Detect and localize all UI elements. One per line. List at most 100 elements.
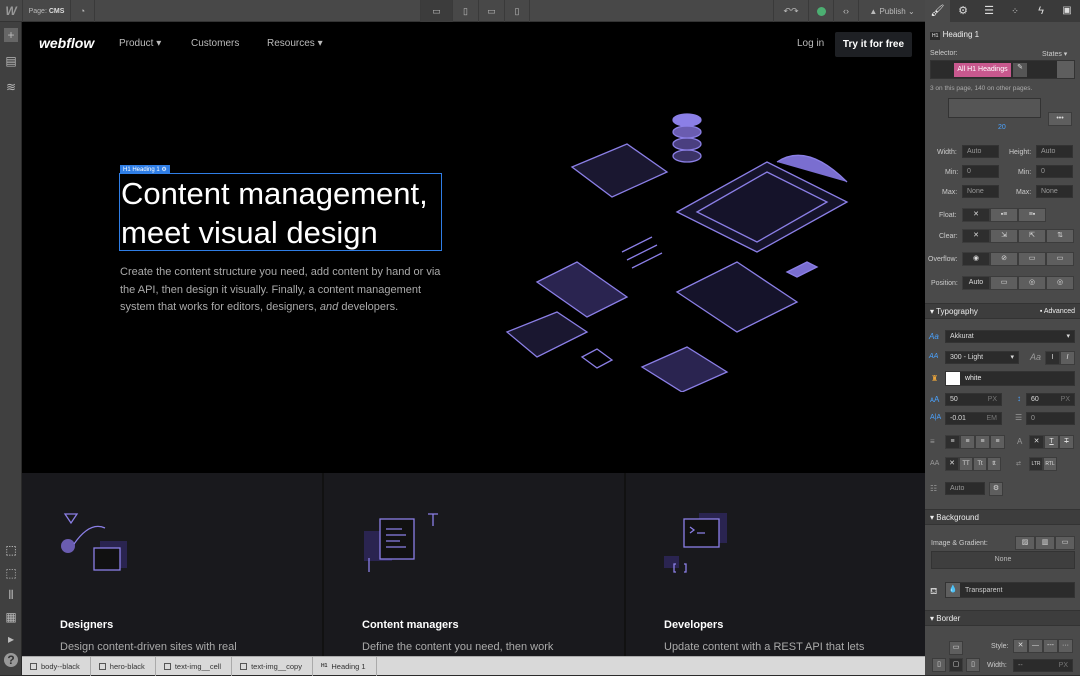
cms-icon[interactable]: ≋ <box>4 80 18 94</box>
position-absolute-icon[interactable]: ◎ <box>1018 276 1046 290</box>
border-section-header[interactable]: ▾ Border <box>925 610 1080 626</box>
navigator-icon[interactable]: ▦ <box>4 610 18 624</box>
columns-input[interactable]: Auto <box>945 482 985 495</box>
edit-class-icon[interactable]: ✎ <box>1013 63 1027 77</box>
line-height-input[interactable]: 60 PX <box>1026 393 1075 406</box>
align-center-button[interactable]: ≡ <box>960 435 975 449</box>
align-right-button[interactable]: ≡ <box>975 435 990 449</box>
overflow-scroll-icon[interactable]: ▭ <box>1018 252 1046 266</box>
states-dropdown[interactable]: States ▾ <box>1042 50 1067 58</box>
interactions-tab-icon[interactable]: ϟ <box>1028 0 1054 22</box>
assets-tab-icon[interactable]: ▣ <box>1054 0 1080 22</box>
position-fixed-icon[interactable]: ◎ <box>1046 276 1074 290</box>
min-width-input[interactable]: 0 <box>962 165 999 178</box>
lowercase-button[interactable]: tt <box>987 457 1001 471</box>
nav-customers[interactable]: Customers <box>191 38 239 49</box>
align-left-button[interactable]: ≡ <box>945 435 960 449</box>
border-top-button[interactable]: ▭ <box>949 641 963 655</box>
login-link[interactable]: Log in <box>797 38 824 49</box>
strikethrough-button[interactable]: T <box>1059 435 1074 449</box>
overflow-auto-icon[interactable]: ▭ <box>1046 252 1074 266</box>
publish-button[interactable]: ▲ Publish ⌄ <box>858 0 925 22</box>
margin-bottom-value[interactable]: 20 <box>998 124 1006 131</box>
style-tab-brush-icon[interactable]: 🖌 <box>925 0 950 22</box>
overflow-hidden-icon[interactable]: ⊘ <box>990 252 1018 266</box>
border-style-none[interactable]: ✕ <box>1013 639 1028 653</box>
border-style-solid[interactable]: — <box>1028 639 1043 653</box>
selector-field[interactable]: All H1 Headings ✎ <box>930 60 1075 79</box>
ltr-button[interactable]: LTR <box>1029 457 1043 471</box>
hero-heading[interactable]: Content management, meet visual design <box>119 173 442 251</box>
min-height-input[interactable]: 0 <box>1036 165 1073 178</box>
desktop-view-icon[interactable]: ▭ <box>420 0 452 22</box>
settings-tab-gear-icon[interactable]: ⚙ <box>950 0 976 22</box>
grid-icon[interactable]: ⦀ <box>4 588 18 602</box>
pages-icon[interactable]: ▤ <box>4 54 18 68</box>
add-gradient-icon[interactable]: ▥ <box>1035 536 1055 550</box>
advanced-toggle[interactable]: ▪ Advanced <box>1040 304 1075 319</box>
height-input[interactable]: Auto <box>1036 145 1073 158</box>
mobile-landscape-icon[interactable]: ▭ <box>478 0 504 22</box>
float-right-button[interactable]: ≡▪ <box>1018 208 1046 222</box>
border-width-input[interactable]: -- PX <box>1013 659 1073 672</box>
clear-right-button[interactable]: ⇱ <box>1018 229 1046 243</box>
position-auto-button[interactable]: Auto <box>962 276 990 290</box>
uppercase-button[interactable]: TT <box>959 457 973 471</box>
design-canvas[interactable]: webflow Product ▾ Customers Resources ▾ … <box>22 22 925 656</box>
font-style-italic-button[interactable]: I <box>1060 351 1075 365</box>
tablet-view-icon[interactable]: ▯ <box>452 0 478 22</box>
capitalize-button[interactable]: Tt <box>973 457 987 471</box>
transform-none-button[interactable]: ✕ <box>945 457 959 471</box>
code-icon[interactable]: ‹› <box>833 0 858 22</box>
box-select-icon[interactable]: ⬚ <box>4 566 18 580</box>
preview-icon[interactable]: ◔ <box>70 0 94 22</box>
position-relative-icon[interactable]: ▭ <box>990 276 1018 290</box>
add-image-icon[interactable]: ▨ <box>1015 536 1035 550</box>
undo-redo-icon[interactable]: ↶↷ <box>773 0 808 22</box>
overflow-visible-icon[interactable]: ◉ <box>962 252 990 266</box>
box-model-editor[interactable] <box>948 98 1041 118</box>
breadcrumb-text-img-copy[interactable]: text-img__copy <box>232 656 313 676</box>
site-logo[interactable]: webflow <box>39 35 94 51</box>
width-input[interactable]: Auto <box>962 145 999 158</box>
underline-button[interactable]: T <box>1044 435 1059 449</box>
align-justify-button[interactable]: ≡ <box>990 435 1005 449</box>
letter-spacing-input[interactable]: -0.01 EM <box>945 412 1002 425</box>
border-style-dotted[interactable]: ··· <box>1058 639 1073 653</box>
symbols-tab-icon[interactable]: ⁘ <box>1002 0 1028 22</box>
font-weight-select[interactable]: 300 - Light ▾ <box>945 351 1019 364</box>
nav-resources[interactable]: Resources ▾ <box>267 38 323 49</box>
breadcrumb-hero-black[interactable]: hero-black <box>91 656 156 676</box>
float-left-button[interactable]: ▪≡ <box>990 208 1018 222</box>
add-panel-icon[interactable]: + <box>4 28 18 42</box>
text-color-field[interactable]: white <box>945 371 1075 386</box>
clear-left-button[interactable]: ⇲ <box>990 229 1018 243</box>
selector-menu-icon[interactable] <box>1057 61 1074 78</box>
rtl-button[interactable]: RTL <box>1043 457 1057 471</box>
font-size-input[interactable]: 50 PX <box>945 393 1002 406</box>
font-family-select[interactable]: Akkurat ▾ <box>945 330 1075 343</box>
text-indent-input[interactable]: 0 <box>1026 412 1075 425</box>
border-all-button[interactable]: ▢ <box>949 658 963 672</box>
columns-settings-icon[interactable]: ⚙ <box>989 482 1003 496</box>
class-chip[interactable]: All H1 Headings <box>954 63 1011 77</box>
navigator-tab-icon[interactable]: ☰ <box>976 0 1002 22</box>
border-style-dashed[interactable]: --- <box>1043 639 1058 653</box>
clear-none-button[interactable]: ✕ <box>962 229 990 243</box>
nav-product[interactable]: Product ▾ <box>119 38 161 49</box>
video-icon[interactable]: ▸ <box>4 632 18 646</box>
webflow-logo-icon[interactable]: W <box>0 0 22 22</box>
try-free-button[interactable]: Try it for free <box>835 32 912 57</box>
typography-section-header[interactable]: ▾ Typography ▪ Advanced <box>925 303 1080 319</box>
add-color-overlay-icon[interactable]: ▭ <box>1055 536 1075 550</box>
border-right-button[interactable]: ▯ <box>966 658 980 672</box>
background-layers-list[interactable]: None <box>931 551 1075 569</box>
max-width-input[interactable]: None <box>962 185 999 198</box>
border-left-button[interactable]: ▯ <box>932 658 946 672</box>
help-icon[interactable]: ? <box>4 653 18 667</box>
float-none-button[interactable]: ✕ <box>962 208 990 222</box>
breadcrumb-body[interactable]: body--black <box>22 656 91 676</box>
page-selector[interactable]: Page: CMS <box>22 0 70 22</box>
max-height-input[interactable]: None <box>1036 185 1073 198</box>
clear-both-button[interactable]: ⇅ <box>1046 229 1074 243</box>
